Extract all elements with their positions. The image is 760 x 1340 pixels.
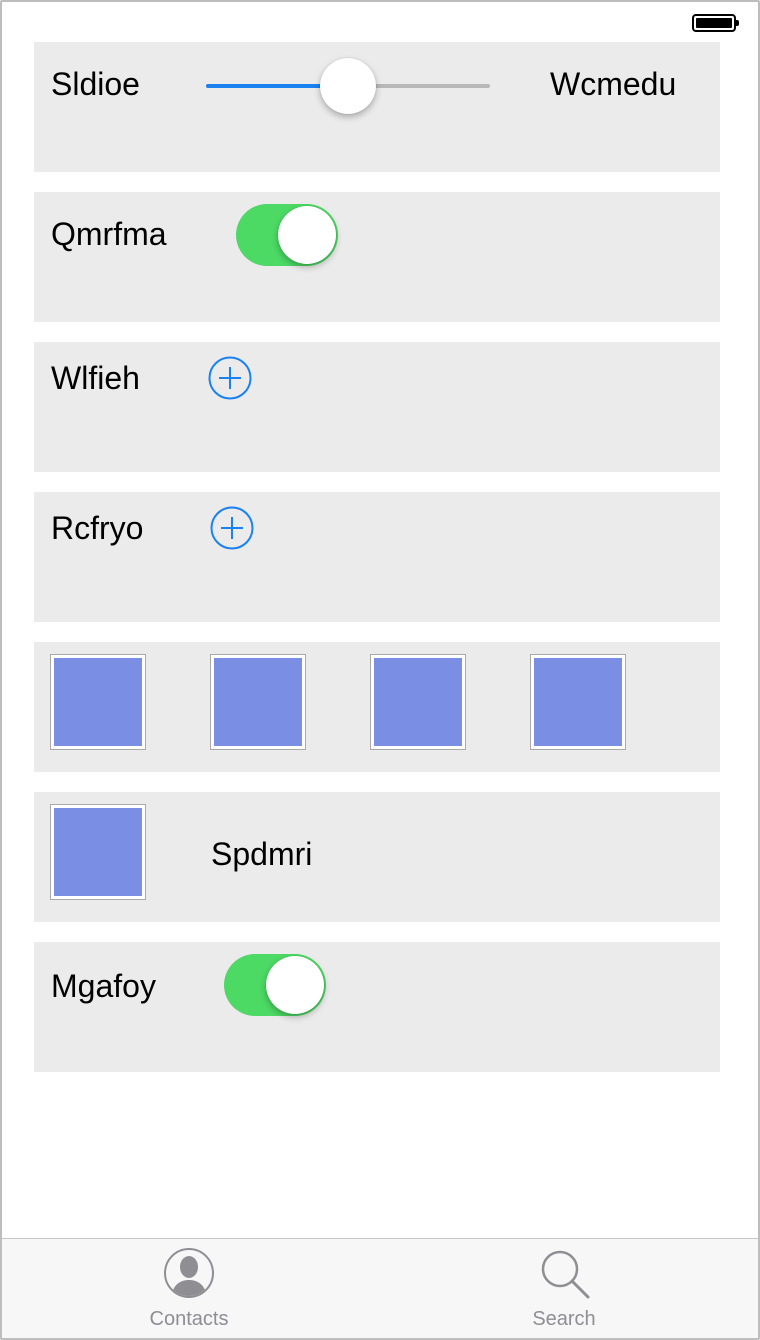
search-icon bbox=[541, 1250, 590, 1299]
slider-value-label: Wcmedu bbox=[550, 66, 677, 102]
switch-row-1-label: Qmrfma bbox=[51, 216, 167, 252]
switch-row-1: Qmrfma bbox=[34, 192, 720, 322]
switch-row-2: Mgafoy bbox=[34, 942, 720, 1072]
screen: Sldioe Wcmedu Qmrfma Wlfieh Rcfryo Spdmr… bbox=[0, 0, 760, 1340]
slider-thumb[interactable] bbox=[320, 58, 376, 114]
add-row-1: Wlfieh bbox=[34, 342, 720, 472]
tab-contacts[interactable]: Contacts bbox=[99, 1239, 279, 1338]
image-thumbnail[interactable] bbox=[530, 654, 626, 750]
image-text-row: Spdmri bbox=[34, 792, 720, 922]
contacts-icon bbox=[164, 1248, 214, 1298]
tab-search-label: Search bbox=[532, 1308, 596, 1330]
toggle-switch-2[interactable] bbox=[224, 954, 326, 1016]
add-icon[interactable] bbox=[208, 356, 252, 400]
tab-contacts-label: Contacts bbox=[149, 1308, 229, 1330]
switch-row-2-label: Mgafoy bbox=[51, 968, 156, 1004]
slider[interactable] bbox=[206, 58, 490, 114]
toggle-switch-1[interactable] bbox=[236, 204, 338, 266]
add-row-2: Rcfryo bbox=[34, 492, 720, 622]
image-thumbnail[interactable] bbox=[50, 654, 146, 750]
slider-row-label: Sldioe bbox=[51, 66, 140, 102]
image-row bbox=[34, 642, 720, 772]
tab-bar: Contacts Search bbox=[2, 1238, 758, 1338]
battery-icon bbox=[692, 14, 739, 34]
add-row-2-label: Rcfryo bbox=[51, 510, 144, 546]
slider-row: Sldioe Wcmedu bbox=[34, 42, 720, 172]
image-thumbnail[interactable] bbox=[50, 804, 146, 900]
tab-search[interactable]: Search bbox=[474, 1239, 654, 1338]
image-thumbnail[interactable] bbox=[370, 654, 466, 750]
toggle-knob bbox=[266, 956, 324, 1014]
toggle-knob bbox=[278, 206, 336, 264]
add-icon[interactable] bbox=[210, 506, 254, 550]
image-thumbnail[interactable] bbox=[210, 654, 306, 750]
image-text-row-label: Spdmri bbox=[211, 836, 313, 872]
add-row-1-label: Wlfieh bbox=[51, 360, 140, 396]
